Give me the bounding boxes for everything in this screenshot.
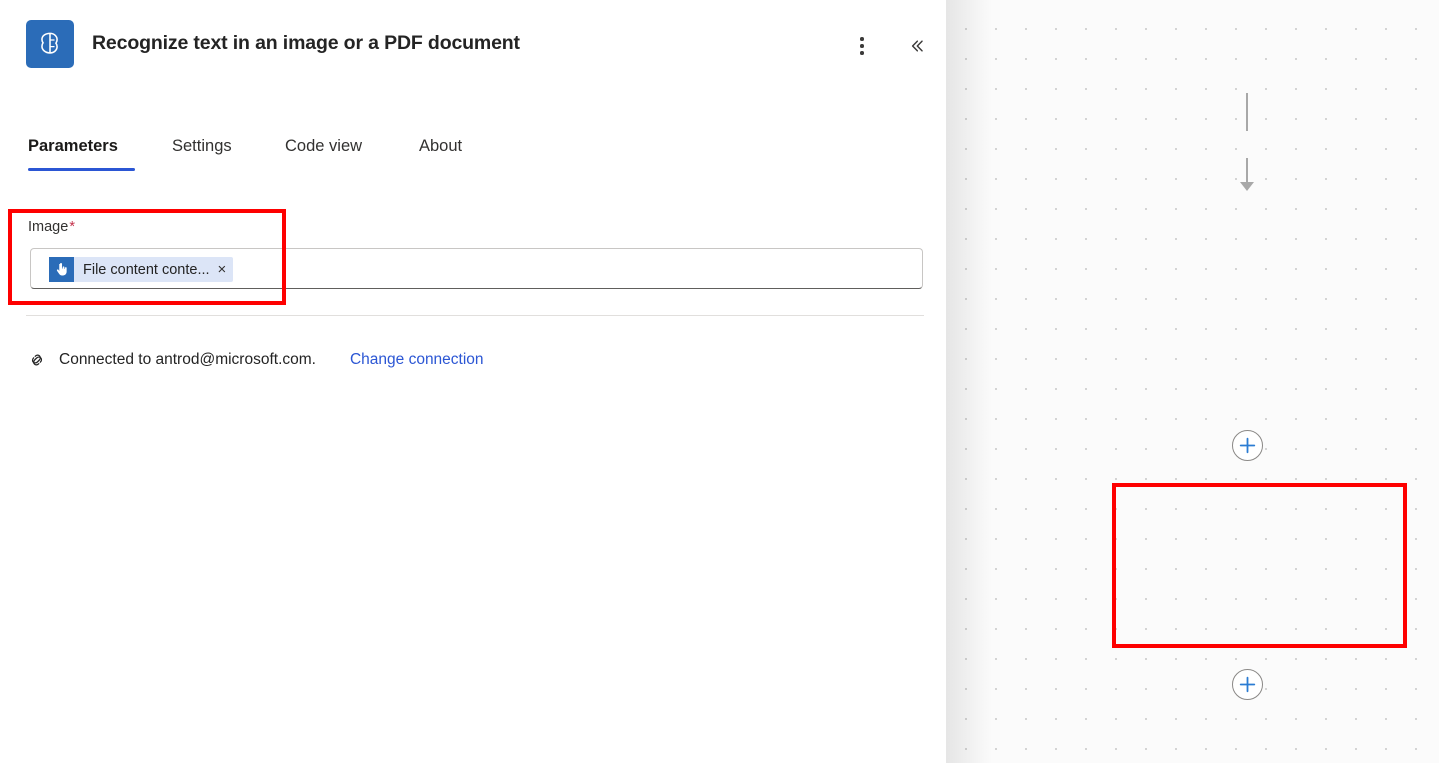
tab-settings[interactable]: Settings (172, 124, 232, 168)
manual-trigger-hand-icon (49, 257, 74, 282)
connection-status-text: Connected to antrod@microsoft.com. (59, 351, 316, 369)
panel-tabs: Parameters Settings Code view About (0, 124, 946, 174)
add-step-between-button[interactable] (1232, 430, 1263, 461)
chain-link-icon (26, 349, 48, 371)
active-tab-indicator (28, 168, 135, 171)
flow-canvas[interactable]: Manually trigger a flow Recognize text i… (946, 0, 1439, 763)
tab-about[interactable]: About (419, 124, 462, 168)
plus-icon (1239, 676, 1256, 693)
required-asterisk: * (69, 219, 75, 235)
connector-line-lower (1246, 158, 1248, 184)
image-input[interactable]: File content conte... × (30, 248, 923, 289)
image-field-label: Image* (28, 219, 75, 235)
action-details-panel: Recognize text in an image or a PDF docu… (0, 0, 946, 763)
change-connection-link[interactable]: Change connection (350, 351, 484, 369)
collapse-panel-button[interactable] (901, 30, 933, 62)
connector-arrow-head (1240, 182, 1254, 191)
connection-row: Connected to antrod@microsoft.com. Chang… (26, 345, 484, 375)
token-label: File content conte... (74, 262, 210, 278)
remove-token-button[interactable]: × (218, 262, 227, 277)
vertical-ellipsis-icon (860, 37, 864, 55)
double-chevron-left-icon (907, 36, 927, 56)
app-root: Manually trigger a flow Recognize text i… (0, 0, 1439, 763)
dynamic-content-token[interactable]: File content conte... × (49, 257, 233, 282)
plus-icon (1239, 437, 1256, 454)
image-field-label-text: Image (28, 219, 68, 235)
add-step-end-button[interactable] (1232, 669, 1263, 700)
page-title: Recognize text in an image or a PDF docu… (92, 32, 520, 55)
panel-header: Recognize text in an image or a PDF docu… (0, 0, 946, 90)
more-options-button[interactable] (846, 30, 878, 62)
tab-parameters[interactable]: Parameters (28, 124, 118, 168)
tab-code-view[interactable]: Code view (285, 124, 362, 168)
section-divider (26, 315, 924, 316)
connector-line-upper (1246, 93, 1248, 131)
ai-builder-brain-icon (26, 20, 74, 68)
